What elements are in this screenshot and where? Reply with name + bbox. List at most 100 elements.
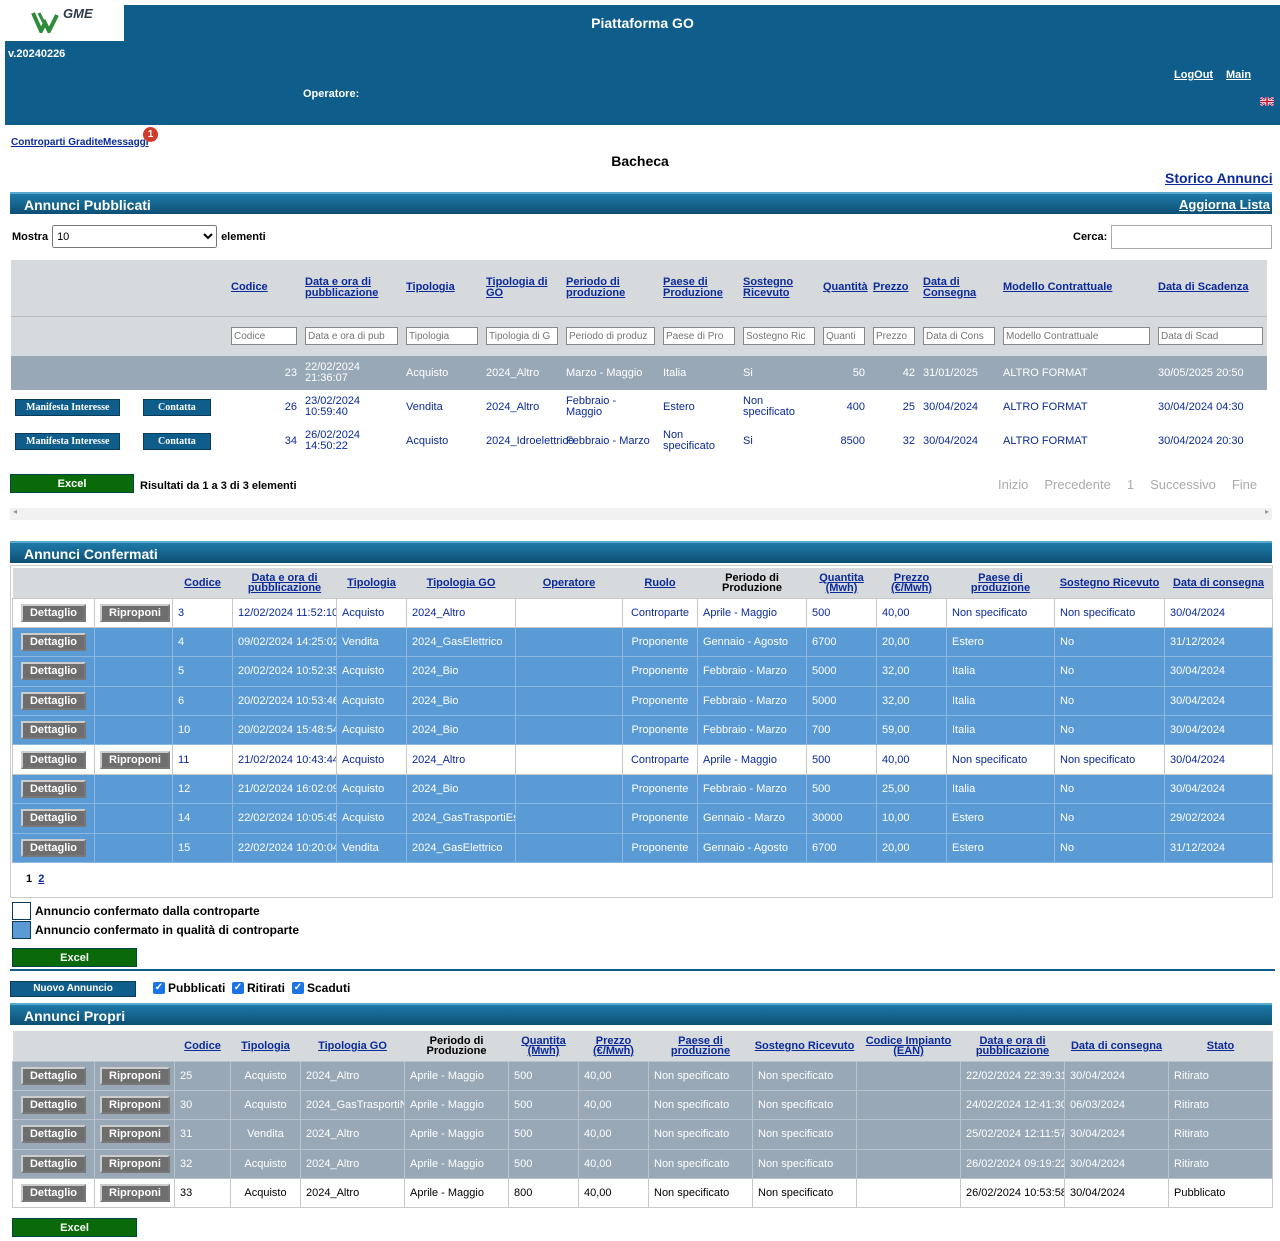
column-header[interactable]: Ruolo — [622, 568, 698, 598]
column-header[interactable]: Data e ora di pubblicazione — [960, 1031, 1065, 1061]
column-header[interactable]: Sostegno Ricevuto — [1054, 568, 1165, 598]
column-header[interactable]: Data di consegna — [1064, 1031, 1169, 1061]
column-header[interactable]: Tipologia GO — [300, 1031, 405, 1061]
page-1[interactable]: 1 — [26, 873, 32, 885]
column-header[interactable]: Paese di Produzione — [659, 260, 739, 316]
dettaglio-button[interactable]: Dettaglio — [20, 662, 87, 681]
column-header[interactable]: Codice — [227, 260, 301, 316]
table-row[interactable]: 23 22/02/2024 21:36:07 Acquisto 2024_Altro M… — [11, 356, 1267, 390]
column-filter-input[interactable] — [305, 327, 398, 346]
column-header[interactable]: Data di consegna — [1164, 568, 1273, 598]
page-2-link[interactable]: 2 — [38, 873, 44, 885]
dettaglio-button[interactable]: Dettaglio — [20, 603, 87, 622]
column-filter-input[interactable] — [231, 327, 297, 346]
main-link[interactable]: Main — [1226, 69, 1251, 81]
page-length-select[interactable]: 10 — [52, 225, 218, 248]
table-row[interactable]: Manifesta Interesse Contatta 26 23/02/2024 … — [11, 390, 1267, 424]
pager-last[interactable]: Fine — [1226, 475, 1263, 494]
table-row[interactable]: Dettaglio 12 21/02/2024 16:02:09 Acquisto 20… — [12, 773, 1273, 805]
table-row[interactable]: Dettaglio Riproponi 3 12/02/2024 11:52:10 Ac… — [12, 597, 1273, 628]
column-filter-input[interactable] — [566, 327, 655, 346]
table-row[interactable]: Dettaglio 6 20/02/2024 10:53:46 Acquisto 202… — [12, 685, 1273, 717]
dettaglio-button[interactable]: Dettaglio — [20, 1154, 87, 1173]
pager-first[interactable]: Inizio — [992, 475, 1034, 494]
controparti-gradite-link[interactable]: Controparti Gradite — [11, 137, 103, 148]
dettaglio-button[interactable]: Dettaglio — [20, 1066, 87, 1085]
column-header[interactable]: Tipologia — [336, 568, 407, 598]
column-header[interactable]: Operatore — [515, 568, 623, 598]
dettaglio-button[interactable]: Dettaglio — [20, 780, 87, 799]
table-row[interactable]: Manifesta Interesse Contatta 34 26/02/2024 … — [11, 424, 1267, 458]
excel-export-button[interactable]: Excel — [12, 1218, 137, 1237]
column-header[interactable]: Quantita (Mwh) — [806, 568, 877, 598]
table-row[interactable]: Dettaglio Riproponi 32 Acquisto 2024_Altro Ap… — [12, 1148, 1273, 1180]
dettaglio-button[interactable]: Dettaglio — [20, 1096, 87, 1115]
table-row[interactable]: Dettaglio 14 22/02/2024 10:05:45 Acquisto 20… — [12, 803, 1273, 834]
column-header[interactable]: Tipologia — [230, 1031, 301, 1061]
nuovo-annuncio-button[interactable]: Nuovo Annuncio — [10, 981, 136, 997]
column-header[interactable]: Codice Impianto (EAN) — [856, 1031, 961, 1061]
pager-page[interactable]: 1 — [1121, 475, 1140, 494]
dettaglio-button[interactable]: Dettaglio — [20, 633, 87, 652]
dettaglio-button[interactable]: Dettaglio — [20, 809, 87, 828]
pager-next[interactable]: Successivo — [1144, 475, 1222, 494]
riproponi-button[interactable]: Riproponi — [100, 750, 170, 769]
pager-previous[interactable]: Precedente — [1038, 475, 1117, 494]
column-filter-input[interactable] — [1158, 327, 1263, 346]
dettaglio-button[interactable]: Dettaglio — [20, 721, 87, 740]
table-row[interactable]: Dettaglio Riproponi 11 21/02/2024 10:43:44 A… — [12, 744, 1273, 775]
column-header[interactable]: Tipologia GO — [406, 568, 516, 598]
uk-flag-icon[interactable] — [1260, 97, 1274, 106]
riproponi-button[interactable]: Riproponi — [100, 1184, 170, 1203]
column-header[interactable]: Data e ora di pubblicazione — [232, 568, 337, 598]
table-row[interactable]: Dettaglio Riproponi 25 Acquisto 2024_Altro Ap… — [12, 1060, 1273, 1091]
checkbox-checked-icon[interactable]: ✓ — [153, 982, 165, 994]
riproponi-button[interactable]: Riproponi — [100, 1125, 170, 1144]
manifesta-interesse-button[interactable]: Manifesta Interesse — [15, 398, 121, 416]
table-row[interactable]: Dettaglio 4 09/02/2024 14:25:02 Vendita 2024… — [12, 626, 1273, 658]
table-row[interactable]: Dettaglio 15 22/02/2024 10:20:04 Vendita 202… — [12, 832, 1273, 864]
horizontal-scrollbar[interactable]: ◂ ▸ — [10, 507, 1272, 520]
column-header[interactable]: Codice — [174, 1031, 231, 1061]
table-row[interactable]: Dettaglio Riproponi 30 Acquisto 2024_GasTras… — [12, 1089, 1273, 1121]
riproponi-button[interactable]: Riproponi — [100, 1154, 170, 1173]
column-filter-input[interactable] — [743, 327, 815, 346]
column-header[interactable]: Sostegno Ricevuto — [739, 260, 819, 316]
column-filter-input[interactable] — [923, 327, 995, 346]
column-header[interactable]: Tipologia — [402, 260, 482, 316]
table-row[interactable]: Dettaglio Riproponi 33 Acquisto 2024_Altro Ap… — [12, 1178, 1273, 1209]
column-header[interactable]: Codice — [172, 568, 233, 598]
filter-scaduti-checkbox[interactable]: ✓ Scaduti — [292, 981, 350, 995]
riproponi-button[interactable]: Riproponi — [100, 603, 170, 622]
dettaglio-button[interactable]: Dettaglio — [20, 838, 87, 857]
storico-annunci-link[interactable]: Storico Annunci — [1165, 170, 1273, 186]
column-filter-input[interactable] — [873, 327, 915, 346]
table-row[interactable]: Dettaglio 10 20/02/2024 15:48:54 Acquisto 20… — [12, 715, 1273, 746]
column-filter-input[interactable] — [663, 327, 735, 346]
column-header[interactable]: Quantità — [819, 260, 869, 316]
table-row[interactable]: Dettaglio Riproponi 31 Vendita 2024_Altro Apr… — [12, 1119, 1273, 1150]
column-header[interactable]: Paese di produzione — [648, 1031, 753, 1061]
table-row[interactable]: Dettaglio 5 20/02/2024 10:52:35 Acquisto 202… — [12, 656, 1273, 687]
checkbox-checked-icon[interactable]: ✓ — [292, 982, 304, 994]
column-header[interactable]: Prezzo — [869, 260, 919, 316]
contatta-button[interactable]: Contatta — [143, 398, 211, 416]
search-input[interactable] — [1111, 225, 1273, 249]
column-filter-input[interactable] — [1003, 327, 1150, 346]
checkbox-checked-icon[interactable]: ✓ — [232, 982, 244, 994]
excel-export-button[interactable]: Excel — [10, 474, 134, 493]
dettaglio-button[interactable]: Dettaglio — [20, 691, 87, 710]
aggiorna-lista-link[interactable]: Aggiorna Lista — [1179, 194, 1270, 216]
column-header[interactable]: Tipologia di GO — [482, 260, 562, 316]
dettaglio-button[interactable]: Dettaglio — [20, 750, 87, 769]
column-header[interactable]: Data e ora di pubblicazione — [301, 260, 402, 316]
column-header[interactable]: Paese di produzione — [946, 568, 1055, 598]
contatta-button[interactable]: Contatta — [143, 432, 211, 450]
column-header[interactable]: Prezzo (€/Mwh) — [578, 1031, 649, 1061]
column-filter-input[interactable] — [823, 327, 865, 346]
column-header[interactable]: Modello Contrattuale — [999, 260, 1154, 316]
scroll-left-icon[interactable]: ◂ — [13, 507, 17, 516]
dettaglio-button[interactable]: Dettaglio — [20, 1184, 87, 1203]
logout-link[interactable]: LogOut — [1174, 69, 1213, 81]
dettaglio-button[interactable]: Dettaglio — [20, 1125, 87, 1144]
